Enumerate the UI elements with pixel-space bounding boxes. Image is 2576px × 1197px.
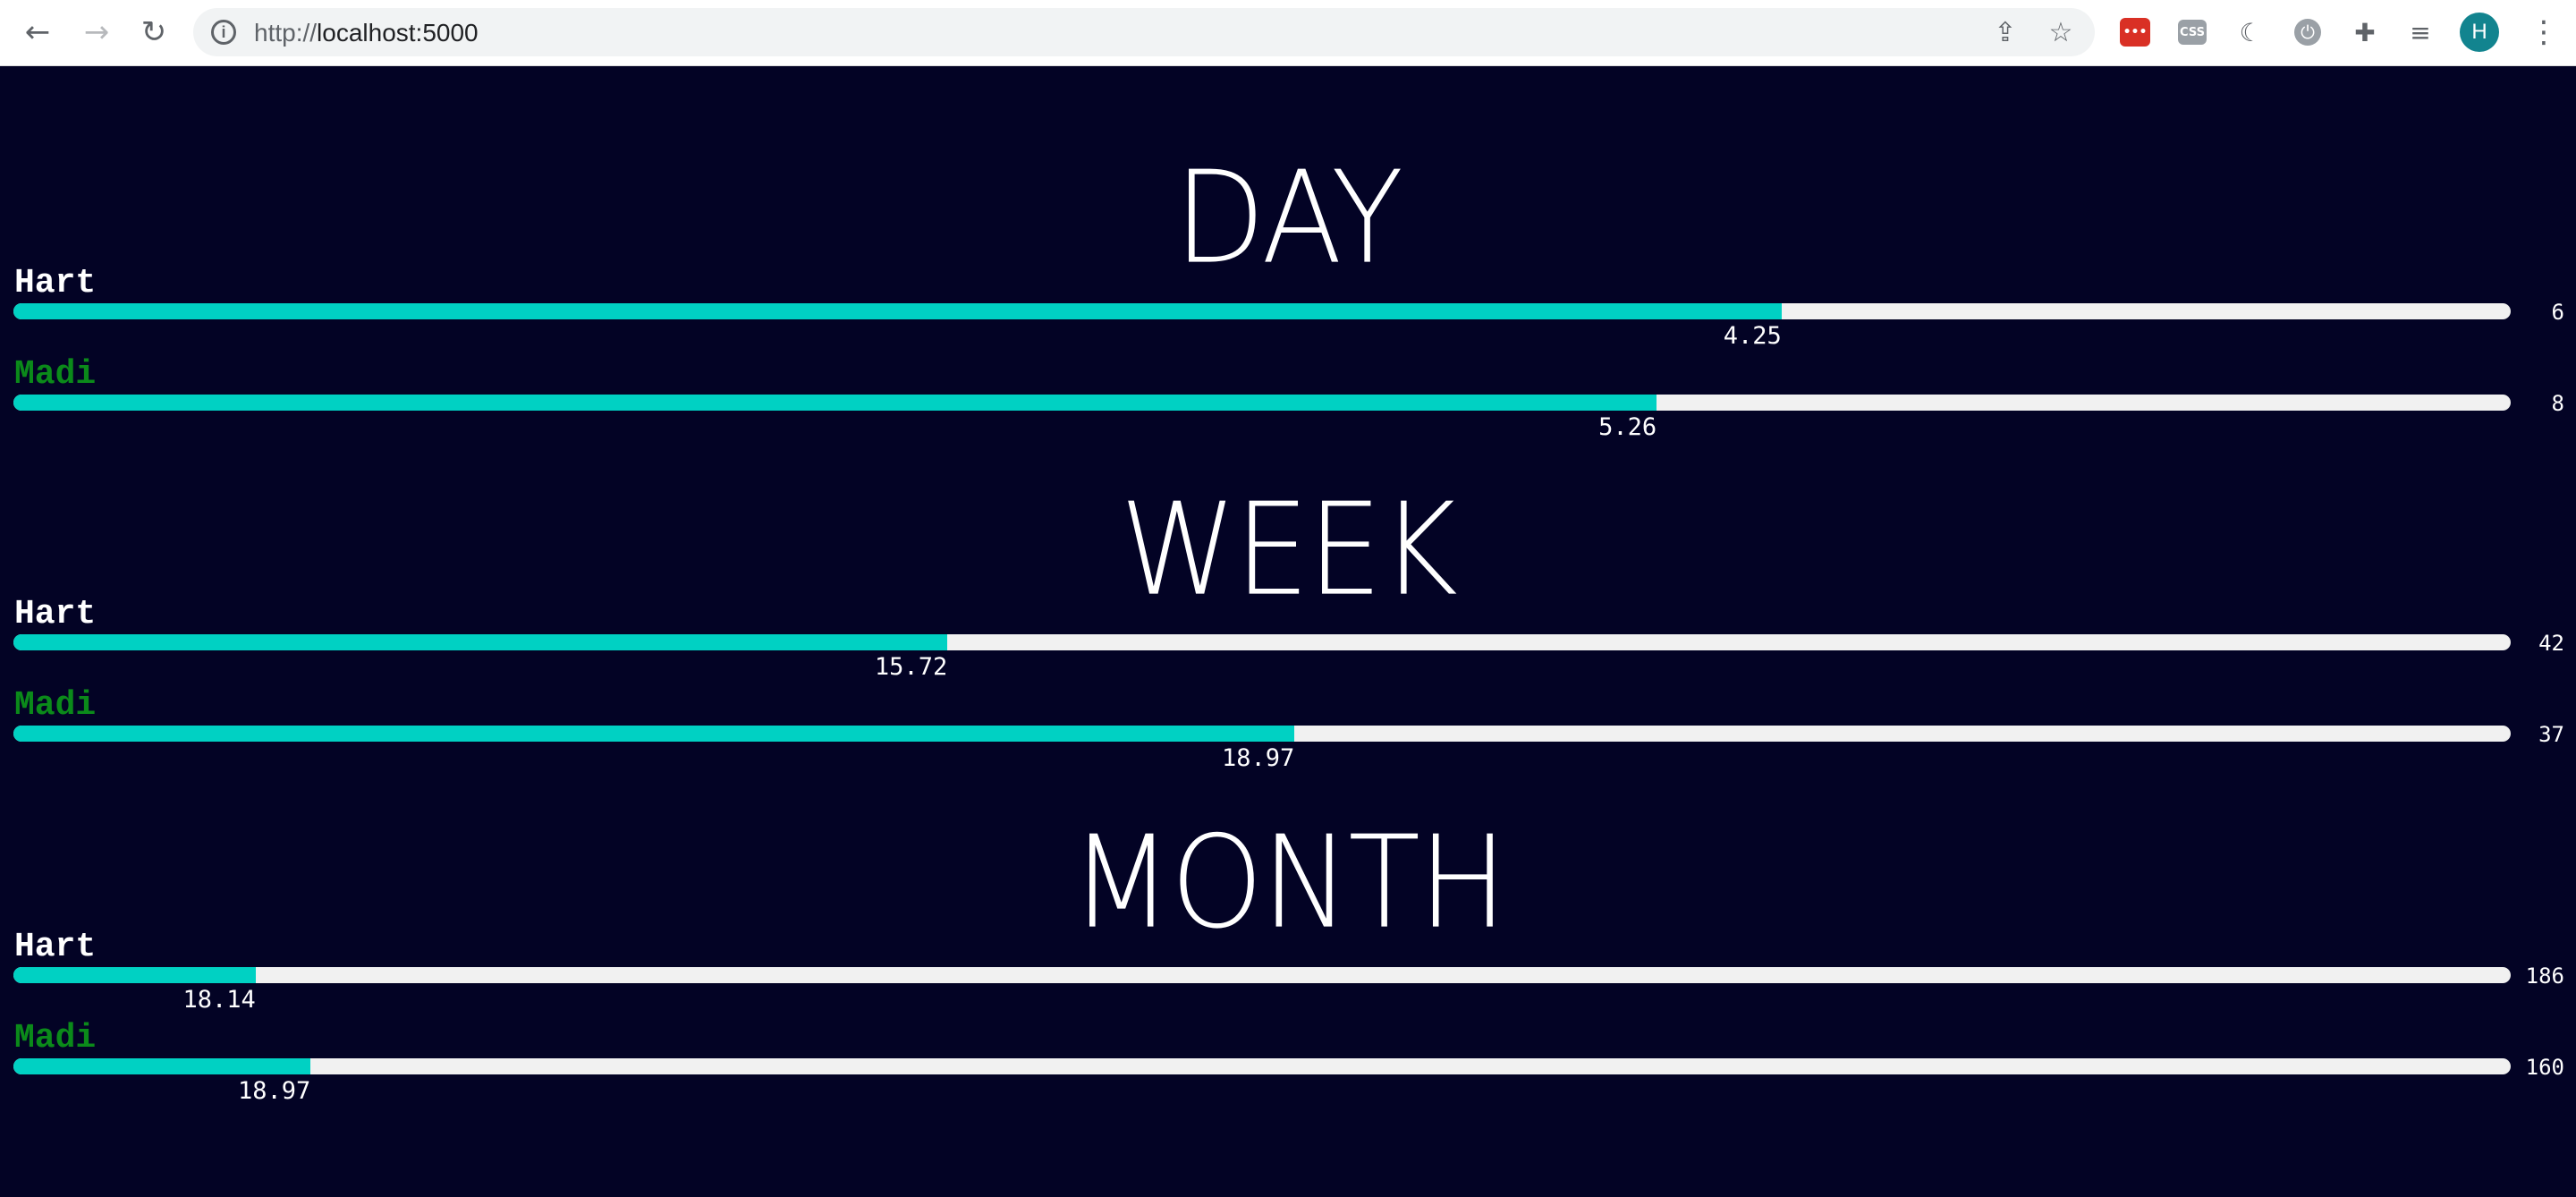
lighthouse-icon[interactable]: ☾ <box>2234 16 2267 48</box>
progress-value: 18.97 <box>237 1077 311 1105</box>
back-arrow-icon[interactable]: ← <box>18 13 57 52</box>
progress-track <box>13 1058 2511 1074</box>
share-icon[interactable]: ⇪ <box>1989 16 2021 48</box>
css-icon[interactable]: CSS <box>2178 20 2207 45</box>
goal-value: 8 <box>2551 391 2564 416</box>
progress-value: 18.97 <box>1222 744 1295 772</box>
site-info-icon[interactable]: i <box>211 20 236 45</box>
progress-fill <box>13 303 1782 319</box>
media-icon[interactable]: ≡ <box>2404 16 2436 48</box>
goal-value: 6 <box>2551 300 2564 325</box>
goal-value: 42 <box>2538 631 2564 656</box>
progress-track <box>13 303 2511 319</box>
progress-track <box>13 726 2511 742</box>
progress-value: 15.72 <box>874 653 948 681</box>
progress-value: 4.25 <box>1723 322 1782 350</box>
progress-fill <box>13 967 256 983</box>
progress-fill <box>13 1058 311 1074</box>
goal-value: 160 <box>2525 1055 2564 1080</box>
row-name: Madi <box>14 355 97 394</box>
progress-fill <box>13 634 948 650</box>
lastpass-icon[interactable]: ••• <box>2120 18 2150 47</box>
progress-fill <box>13 395 1657 411</box>
bookmark-star-icon[interactable]: ☆ <box>2045 16 2077 48</box>
reload-icon[interactable]: ↻ <box>134 13 174 52</box>
progress-track <box>13 634 2511 650</box>
row-name: Madi <box>14 686 97 725</box>
forward-arrow-icon[interactable]: → <box>77 13 116 52</box>
row-name: Hart <box>14 928 97 966</box>
row-name: Madi <box>14 1019 97 1057</box>
section-title-day: DAY <box>1174 143 1403 293</box>
progress-track <box>13 967 2511 983</box>
address-bar[interactable]: i http://localhost:5000 ⇪ ☆ <box>193 8 2095 56</box>
row-name: Hart <box>14 264 97 302</box>
progress-fill <box>13 726 1295 742</box>
goal-value: 186 <box>2525 964 2564 989</box>
progress-value: 18.14 <box>182 986 256 1014</box>
browser-toolbar: ← → ↻ i http://localhost:5000 ⇪ ☆ ••• CS… <box>0 0 2576 66</box>
goal-value: 37 <box>2538 722 2564 747</box>
url-scheme: http:// <box>254 19 318 47</box>
progress-value: 5.26 <box>1598 413 1657 441</box>
url-host: localhost:5000 <box>317 19 479 47</box>
profile-avatar[interactable]: H <box>2460 13 2499 52</box>
puzzle-icon[interactable]: ✚ <box>2349 16 2381 48</box>
progress-track <box>13 395 2511 411</box>
section-title-month: MONTH <box>1070 808 1507 958</box>
url-text[interactable]: http://localhost:5000 <box>254 19 479 47</box>
row-name: Hart <box>14 595 97 633</box>
menu-kebab-icon[interactable]: ⋮ <box>2524 13 2563 52</box>
section-title-week: WEEK <box>1120 475 1458 625</box>
power-icon[interactable]: ⏻ <box>2294 19 2321 46</box>
